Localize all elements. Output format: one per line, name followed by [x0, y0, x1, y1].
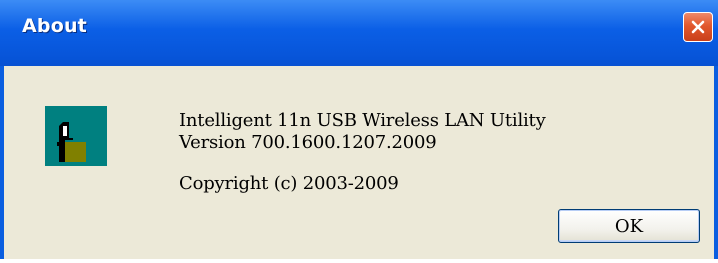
product-name: Intelligent 11n USB Wireless LAN Utility	[179, 110, 546, 131]
dialog-title: About	[22, 15, 87, 37]
close-icon	[691, 20, 705, 34]
window-border-right	[714, 66, 718, 259]
about-dialog: About Intelligent 11n USB Wireless LAN U…	[0, 0, 718, 263]
window-border-bottom	[0, 259, 718, 263]
dialog-body: Intelligent 11n USB Wireless LAN Utility…	[4, 66, 714, 259]
copyright-text: Copyright (c) 2003-2009	[179, 173, 399, 194]
app-icon	[45, 106, 107, 166]
ok-button[interactable]: OK	[558, 209, 700, 243]
close-button[interactable]	[683, 12, 713, 42]
version-text: Version 700.1600.1207.2009	[179, 132, 437, 153]
